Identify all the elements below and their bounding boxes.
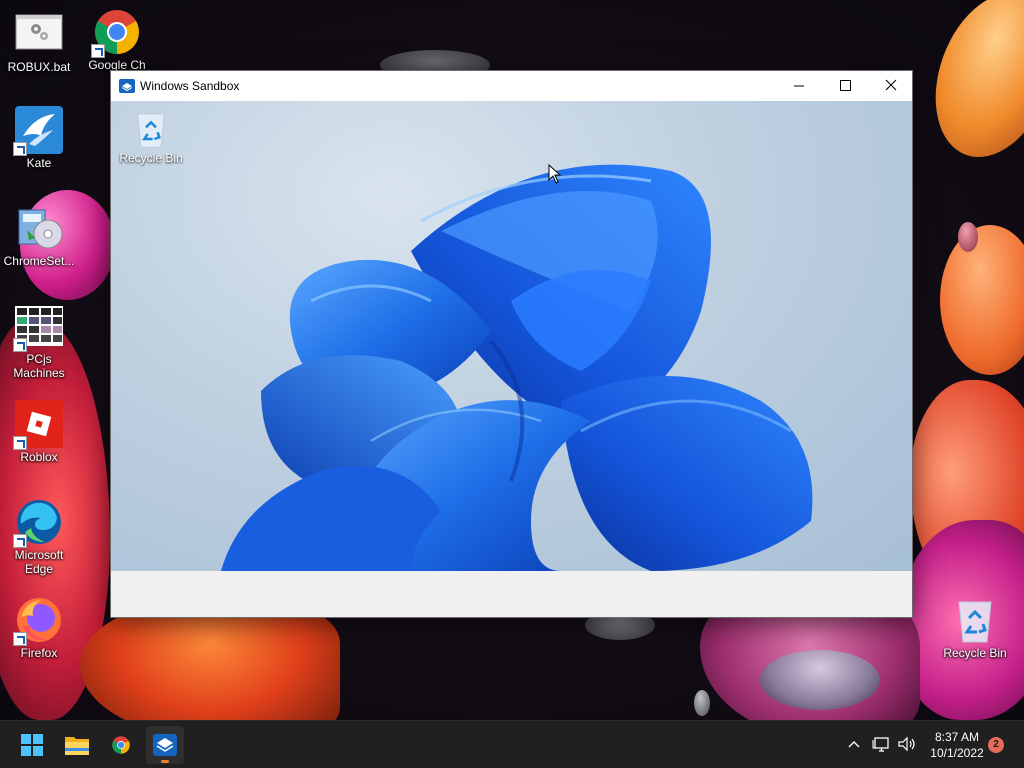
maximize-button[interactable] — [822, 71, 868, 101]
shortcut-arrow-icon — [13, 534, 27, 548]
desktop-icon-label: PCjs Machines — [13, 352, 65, 380]
guest-recycle-bin[interactable]: Recycle Bin — [113, 109, 189, 167]
desktop-icon-label: Recycle Bin — [943, 646, 1007, 660]
chevron-up-icon — [848, 741, 860, 748]
chrome-icon — [91, 8, 141, 58]
window-title: Windows Sandbox — [140, 79, 240, 93]
sandbox-taskbar-button[interactable] — [146, 726, 184, 764]
desktop-icon-label: ChromeSet... — [3, 254, 75, 268]
installer-icon — [15, 204, 63, 252]
close-button[interactable] — [868, 71, 914, 101]
desktop-icon-chromesetup[interactable]: ChromeSet... — [0, 204, 78, 268]
kate-icon — [13, 106, 63, 156]
sandbox-icon — [119, 78, 135, 94]
chrome-taskbar-button[interactable] — [102, 726, 140, 764]
notification-badge[interactable]: 2 — [988, 737, 1004, 753]
shortcut-arrow-icon — [91, 44, 105, 58]
desktop-icon-label: ROBUX.bat — [7, 60, 71, 74]
desktop-icon-microsoft-edge[interactable]: Microsoft Edge — [0, 498, 78, 576]
minimize-button[interactable] — [776, 71, 822, 101]
shortcut-arrow-icon — [13, 338, 27, 352]
shortcut-arrow-icon — [13, 436, 27, 450]
sandbox-icon — [153, 734, 177, 756]
shortcut-arrow-icon — [13, 142, 27, 156]
speaker-icon — [898, 736, 915, 752]
desktop-icon-recycle-bin[interactable]: Recycle Bin — [936, 596, 1014, 660]
volume-control[interactable] — [896, 731, 918, 762]
clock[interactable]: 8:37 AM 10/1/2022 — [924, 729, 990, 761]
sandbox-guest-desktop[interactable]: Recycle Bin — [111, 101, 912, 571]
desktop-icon-google-chrome[interactable]: Google Ch — [78, 8, 156, 72]
windows-start-icon — [21, 734, 43, 756]
desktop-icon-robux-bat[interactable]: ROBUX.bat — [0, 10, 78, 74]
desktop-icon-label: Roblox — [20, 450, 58, 464]
show-hidden-icons-button[interactable] — [845, 731, 863, 762]
sandbox-window[interactable]: Windows Sandbox Recycle Bin — [110, 70, 913, 618]
network-status[interactable] — [871, 731, 891, 762]
folder-icon — [65, 737, 89, 755]
clock-date: 10/1/2022 — [930, 746, 984, 760]
edge-icon — [13, 498, 63, 548]
desktop-icon-label: Kate — [26, 156, 52, 170]
desktop-icon-pcjs-machines[interactable]: PCjs Machines — [0, 302, 78, 380]
desktop-icon-firefox[interactable]: Firefox — [0, 596, 78, 660]
recycle-bin-icon — [131, 109, 171, 149]
start-button[interactable] — [13, 726, 51, 764]
batch-file-icon — [15, 10, 63, 58]
network-icon — [872, 737, 889, 752]
clock-time: 8:37 AM — [934, 730, 980, 744]
shortcut-arrow-icon — [13, 632, 27, 646]
desktop-icon-kate[interactable]: Kate — [0, 106, 78, 170]
chrome-icon — [112, 736, 130, 754]
pcjs-icon — [13, 302, 63, 352]
firefox-icon — [13, 596, 63, 646]
guest-recycle-bin-label: Recycle Bin — [119, 151, 183, 165]
desktop-icon-roblox[interactable]: Roblox — [0, 400, 78, 464]
desktop-icon-label: Microsoft Edge — [14, 548, 64, 576]
taskbar: 8:37 AM 10/1/2022 2 — [0, 720, 1024, 768]
roblox-icon — [13, 400, 63, 450]
desktop-icon-label: Firefox — [20, 646, 58, 660]
bloom-wallpaper — [221, 164, 813, 571]
sandbox-guest-taskbar-area — [111, 571, 912, 617]
mouse-cursor-icon — [548, 163, 562, 189]
file-explorer-button[interactable] — [58, 726, 96, 764]
window-titlebar[interactable]: Windows Sandbox — [111, 71, 912, 101]
recycle-bin-icon — [951, 596, 999, 644]
